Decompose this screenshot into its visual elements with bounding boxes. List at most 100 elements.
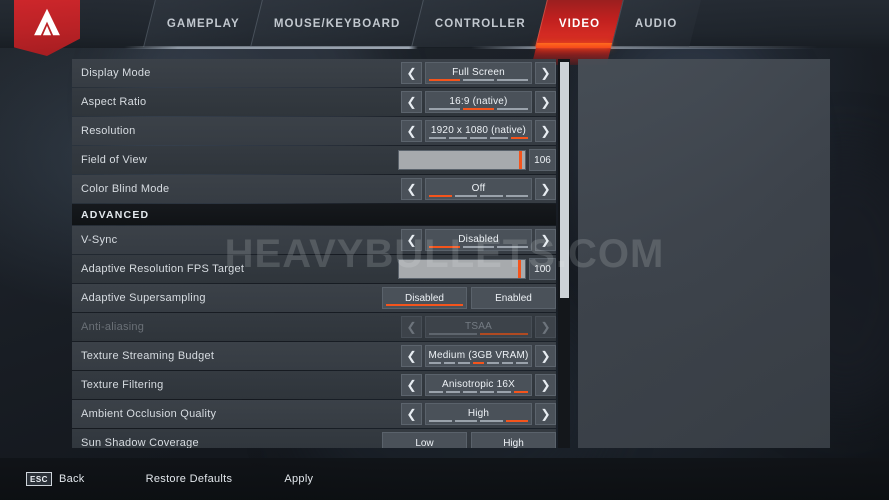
setting-row-texture-filtering[interactable]: Texture Filtering ❮ Anisotropic 16X ❯ [72,371,556,399]
setting-label: Texture Filtering [81,379,164,391]
setting-control[interactable]: ❮ Off ❯ [401,175,556,203]
tab-video[interactable]: VIDEO [535,0,624,47]
setting-row-field-of-view[interactable]: Field of View 106 [72,146,556,174]
segment [480,333,528,335]
increment-arrow-right-icon[interactable]: ❯ [535,345,556,367]
decrement-arrow-left-icon[interactable]: ❮ [401,91,422,113]
increment-arrow-right-icon[interactable]: ❯ [535,403,556,425]
restore-defaults-button[interactable]: Restore Defaults [146,473,233,485]
segment [463,108,494,110]
value-slider[interactable] [398,150,526,170]
setting-row-v-sync[interactable]: V-Sync ❮ Disabled ❯ [72,226,556,254]
setting-row-adaptive-resolution-fps-target[interactable]: Adaptive Resolution FPS Target 100 [72,255,556,283]
selector-value-box[interactable]: Disabled [425,229,532,251]
selector-value-box[interactable]: Anisotropic 16X [425,374,532,396]
selector-value-box[interactable]: Full Screen [425,62,532,84]
decrement-arrow-left-icon[interactable]: ❮ [401,178,422,200]
selector-value: Off [471,182,486,194]
value-slider[interactable] [398,259,526,279]
toggle-option[interactable]: Enabled [471,287,556,309]
setting-row-resolution[interactable]: Resolution ❮ 1920 x 1080 (native) ❯ [72,117,556,145]
settings-list[interactable]: Display Mode ❮ Full Screen ❯ Aspect Ratio ❮ 16… [72,59,556,448]
tab-label: CONTROLLER [434,17,526,30]
apex-settings-screen: GAMEPLAY MOUSE/KEYBOARD CONTROLLER VIDEO AUD… [0,0,889,500]
setting-control[interactable]: ❮ High ❯ [401,400,556,428]
setting-control[interactable]: ❮ Medium (3GB VRAM) ❯ [401,342,556,370]
toggle-option[interactable]: High [471,432,556,448]
setting-control[interactable]: Low High [382,429,556,448]
toggle-group[interactable]: Low High [382,432,556,448]
selector-value-box[interactable]: Medium (3GB VRAM) [425,345,532,367]
setting-row-anti-aliasing[interactable]: Anti-aliasing ❮ TSAA ❯ [72,313,556,341]
setting-row-color-blind-mode[interactable]: Color Blind Mode ❮ Off ❯ [72,175,556,203]
toggle-group[interactable]: Disabled Enabled [382,287,556,309]
settings-preview-panel [578,59,830,448]
slider-number: 106 [529,149,556,171]
setting-row-aspect-ratio[interactable]: Aspect Ratio ❮ 16:9 (native) ❯ [72,88,556,116]
setting-control[interactable]: ❮ 1920 x 1080 (native) ❯ [401,117,556,145]
selector-value-box[interactable]: Off [425,178,532,200]
setting-label: Sun Shadow Coverage [81,437,199,448]
slider-handle[interactable] [517,260,521,278]
setting-control[interactable]: ❮ 16:9 (native) ❯ [401,88,556,116]
setting-row-texture-streaming-budget[interactable]: Texture Streaming Budget ❮ Medium (3GB VRA… [72,342,556,370]
setting-control[interactable]: Disabled Enabled [382,284,556,312]
slider-fill [399,151,522,169]
decrement-arrow-left-icon[interactable]: ❮ [401,374,422,396]
toggle-option[interactable]: Low [382,432,467,448]
increment-arrow-right-icon[interactable]: ❯ [535,316,556,338]
decrement-arrow-left-icon[interactable]: ❮ [401,316,422,338]
settings-scrollbar[interactable] [558,59,570,448]
slider-handle[interactable] [519,151,523,169]
decrement-arrow-left-icon[interactable]: ❮ [401,403,422,425]
setting-label: Color Blind Mode [81,183,170,195]
settings-tabs: GAMEPLAY MOUSE/KEYBOARD CONTROLLER VIDEO AUD… [143,0,701,47]
segment [497,246,528,248]
setting-control[interactable]: ❮ Disabled ❯ [401,226,556,254]
increment-arrow-right-icon[interactable]: ❯ [535,178,556,200]
selector-value-box[interactable]: High [425,403,532,425]
value-segments [429,108,528,110]
tab-gameplay[interactable]: GAMEPLAY [143,0,263,47]
tab-controller[interactable]: CONTROLLER [410,0,549,47]
setting-control[interactable]: 100 [398,255,556,283]
apex-chevron-icon [34,8,60,36]
increment-arrow-right-icon[interactable]: ❯ [535,91,556,113]
back-button[interactable]: ESC Back [26,472,85,486]
setting-label: Resolution [81,125,136,137]
setting-control[interactable]: ❮ TSAA ❯ [401,313,556,341]
setting-row-sun-shadow-coverage[interactable]: Sun Shadow Coverage Low High [72,429,556,448]
setting-row-ambient-occlusion-quality[interactable]: Ambient Occlusion Quality ❮ High ❯ [72,400,556,428]
tab-mouse-keyboard[interactable]: MOUSE/KEYBOARD [250,0,424,47]
segment [487,362,499,364]
decrement-arrow-left-icon[interactable]: ❮ [401,120,422,142]
value-segments [429,333,528,335]
esc-key-icon: ESC [26,472,52,486]
setting-label: Aspect Ratio [81,96,147,108]
segment [472,362,485,364]
increment-arrow-right-icon[interactable]: ❯ [535,229,556,251]
setting-control[interactable]: ❮ Full Screen ❯ [401,59,556,87]
selector-value-box[interactable]: TSAA [425,316,532,338]
increment-arrow-right-icon[interactable]: ❯ [535,62,556,84]
increment-arrow-right-icon[interactable]: ❯ [535,120,556,142]
selector-value-box[interactable]: 1920 x 1080 (native) [425,120,532,142]
toggle-option[interactable]: Disabled [382,287,467,309]
setting-row-adaptive-supersampling[interactable]: Adaptive Supersampling Disabled Enabled [72,284,556,312]
setting-label: Texture Streaming Budget [81,350,215,362]
decrement-arrow-left-icon[interactable]: ❮ [401,62,422,84]
value-segments [429,246,528,248]
decrement-arrow-left-icon[interactable]: ❮ [401,229,422,251]
value-segments [429,79,528,81]
segment [463,391,477,393]
increment-arrow-right-icon[interactable]: ❯ [535,374,556,396]
apply-button[interactable]: Apply [284,473,313,485]
segment [443,362,456,364]
setting-row-display-mode[interactable]: Display Mode ❮ Full Screen ❯ [72,59,556,87]
tab-audio[interactable]: AUDIO [610,0,701,47]
setting-control[interactable]: 106 [398,146,556,174]
setting-control[interactable]: ❮ Anisotropic 16X ❯ [401,371,556,399]
decrement-arrow-left-icon[interactable]: ❮ [401,345,422,367]
scrollbar-thumb[interactable] [560,62,569,298]
selector-value-box[interactable]: 16:9 (native) [425,91,532,113]
